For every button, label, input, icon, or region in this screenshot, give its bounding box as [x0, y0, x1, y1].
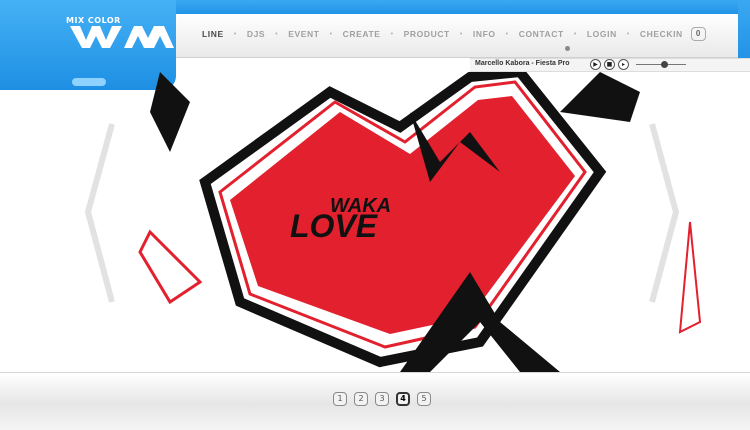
- pager-button-1[interactable]: 1: [333, 392, 347, 406]
- nav-item-login[interactable]: LOGIN: [585, 29, 619, 39]
- nav-active-indicator: [565, 46, 570, 51]
- nav-separator: •: [233, 30, 237, 38]
- nav-separator: •: [626, 30, 630, 38]
- nav-separator: •: [459, 30, 463, 38]
- shard: [150, 72, 190, 152]
- next-arrow-icon[interactable]: [649, 123, 680, 303]
- checkin-count-badge: 0: [690, 27, 706, 41]
- nav-separator: •: [275, 30, 279, 38]
- pager-button-2[interactable]: 2: [354, 392, 368, 406]
- logo-tagline: MIX COLOR: [66, 16, 121, 25]
- shard: [678, 221, 702, 334]
- nav-separator: •: [505, 30, 509, 38]
- prev-arrow-icon[interactable]: [84, 123, 115, 303]
- stop-icon[interactable]: ■: [604, 59, 615, 70]
- next-icon[interactable]: ▸: [618, 59, 629, 70]
- play-icon[interactable]: ▶: [590, 59, 601, 70]
- main-nav: LINE • DJS • EVENT • CREATE • PRODUCT • …: [200, 27, 706, 41]
- nav-separator: •: [329, 30, 333, 38]
- slide-headline-main: LOVE: [290, 208, 379, 244]
- nav-item-product[interactable]: PRODUCT: [402, 29, 452, 39]
- nav-separator: •: [390, 30, 394, 38]
- logo-mark[interactable]: [70, 26, 178, 48]
- pager-button-3[interactable]: 3: [375, 392, 389, 406]
- shard: [138, 229, 203, 305]
- nav-item-event[interactable]: EVENT: [286, 29, 321, 39]
- nav-item-line[interactable]: LINE: [200, 29, 226, 39]
- volume-slider-handle[interactable]: [660, 61, 668, 68]
- slide-pager: 1 2 3 4 5: [333, 392, 431, 406]
- shard: [560, 72, 640, 122]
- pager-button-5[interactable]: 5: [417, 392, 431, 406]
- nav-item-contact[interactable]: CONTACT: [517, 29, 566, 39]
- nav-item-create[interactable]: CREATE: [341, 29, 383, 39]
- nav-item-checkin[interactable]: CHECKIN: [638, 29, 685, 39]
- nav-item-info[interactable]: INFO: [471, 29, 498, 39]
- nav-separator: •: [573, 30, 577, 38]
- pager-button-4[interactable]: 4: [396, 392, 410, 406]
- now-playing-track: Marcello Kabora - Fiesta Pro: [475, 60, 570, 67]
- nav-item-djs[interactable]: DJS: [245, 29, 267, 39]
- slide-artwork: WAKA LOVE: [84, 72, 702, 372]
